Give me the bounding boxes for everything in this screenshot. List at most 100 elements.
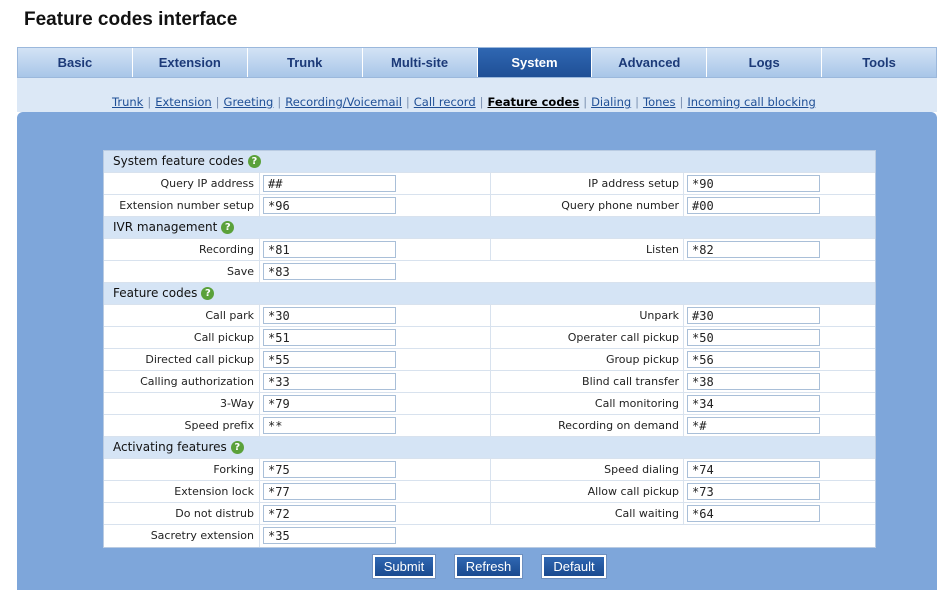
subnav-extension[interactable]: Extension [155,95,211,109]
subnav-dialing[interactable]: Dialing [591,95,631,109]
three-way-input[interactable] [263,395,396,412]
do-not-disturb-input[interactable] [263,505,396,522]
cell-divider [259,195,260,217]
group-pickup-label: Group pickup [605,353,679,366]
speed-prefix-input[interactable] [263,417,396,434]
recording-on-demand-input[interactable] [687,417,820,434]
action-buttons: Submit Refresh Default [0,554,946,579]
subnav-trunk[interactable]: Trunk [112,95,143,109]
section-header-system-feature-codes: System feature codes? [104,151,875,173]
ip-address-setup-input[interactable] [687,175,820,192]
cell-divider [259,173,260,195]
cell-divider [259,261,260,283]
form-row: Save [104,261,875,283]
secretary-extension-label: Sacretry extension [150,529,254,542]
feature-codes-form: System feature codes? Query IP address I… [103,150,876,548]
operater-call-pickup-input[interactable] [687,329,820,346]
query-phone-number-input[interactable] [687,197,820,214]
tab-extension[interactable]: Extension [133,48,248,77]
group-pickup-input[interactable] [687,351,820,368]
cell-divider [259,393,260,415]
call-monitoring-input[interactable] [687,395,820,412]
cell-divider [683,393,684,415]
tab-system[interactable]: System [477,48,593,77]
call-waiting-input[interactable] [687,505,820,522]
subnav-separator: | [277,95,282,109]
subnav-separator: | [147,95,152,109]
extension-lock-input[interactable] [263,483,396,500]
secretary-extension-input[interactable] [263,527,396,544]
form-row: Call pickup Operater call pickup [104,327,875,349]
allow-call-pickup-input[interactable] [687,483,820,500]
help-icon[interactable]: ? [230,441,244,454]
calling-authorization-input[interactable] [263,373,396,390]
save-input[interactable] [263,263,396,280]
subnav-feature-codes[interactable]: Feature codes [488,95,580,109]
form-row: 3-Way Call monitoring [104,393,875,415]
calling-authorization-label: Calling authorization [140,375,254,388]
call-monitoring-label: Call monitoring [594,397,679,410]
cell-divider [683,349,684,371]
blind-call-transfer-input[interactable] [687,373,820,390]
recording-on-demand-label: Recording on demand [558,419,679,432]
cell-divider [259,503,260,525]
sub-nav: Trunk | Extension | Greeting | Recording/Voice… [112,95,816,111]
extension-lock-label: Extension lock [174,485,254,498]
tab-multi-site[interactable]: Multi-site [363,48,478,77]
help-icon[interactable]: ? [247,155,261,168]
cell-divider [259,305,260,327]
recording-input[interactable] [263,241,396,258]
form-row: Query IP address IP address setup [104,173,875,195]
save-label: Save [226,265,254,278]
call-park-input[interactable] [263,307,396,324]
query-ip-address-input[interactable] [263,175,396,192]
speed-dialing-input[interactable] [687,461,820,478]
cell-divider [259,415,260,437]
help-icon[interactable]: ? [221,221,235,234]
subnav-incoming-call-blocking[interactable]: Incoming call blocking [687,95,815,109]
query-ip-address-label: Query IP address [160,177,254,190]
form-row: Forking Speed dialing [104,459,875,481]
main-nav: Basic Extension Trunk Multi-site System … [17,47,937,78]
tab-tools[interactable]: Tools [822,48,936,77]
cell-divider [683,481,684,503]
forking-input[interactable] [263,461,396,478]
tab-basic[interactable]: Basic [18,48,133,77]
refresh-button[interactable]: Refresh [454,554,523,579]
listen-label: Listen [646,243,679,256]
help-icon[interactable]: ? [201,287,215,300]
tab-trunk[interactable]: Trunk [248,48,363,77]
cell-divider [259,459,260,481]
subnav-recording-voicemail[interactable]: Recording/Voicemail [285,95,402,109]
submit-button[interactable]: Submit [372,554,436,579]
cell-divider [259,327,260,349]
tab-advanced[interactable]: Advanced [592,48,708,77]
cell-divider [259,349,260,371]
directed-call-pickup-input[interactable] [263,351,396,368]
form-row: Call park Unpark [104,305,875,327]
speed-prefix-label: Speed prefix [184,419,254,432]
tab-logs[interactable]: Logs [707,48,823,77]
subnav-greeting[interactable]: Greeting [224,95,274,109]
subnav-separator: | [479,95,484,109]
do-not-disturb-label: Do not distrub [175,507,254,520]
call-waiting-label: Call waiting [614,507,679,520]
form-row: Extension number setup Query phone numbe… [104,195,875,217]
speed-dialing-label: Speed dialing [604,463,679,476]
unpark-input[interactable] [687,307,820,324]
section-header-feature-codes: Feature codes? [104,283,875,305]
three-way-label: 3-Way [220,397,254,410]
unpark-label: Unpark [639,309,679,322]
extension-number-setup-input[interactable] [263,197,396,214]
subnav-separator: | [679,95,684,109]
listen-input[interactable] [687,241,820,258]
cell-divider [259,239,260,261]
cell-divider [683,327,684,349]
subnav-call-record[interactable]: Call record [414,95,476,109]
subnav-tones[interactable]: Tones [643,95,675,109]
default-button[interactable]: Default [541,554,607,579]
form-row: Extension lock Allow call pickup [104,481,875,503]
call-pickup-label: Call pickup [193,331,254,344]
call-pickup-input[interactable] [263,329,396,346]
operater-call-pickup-label: Operater call pickup [567,331,679,344]
